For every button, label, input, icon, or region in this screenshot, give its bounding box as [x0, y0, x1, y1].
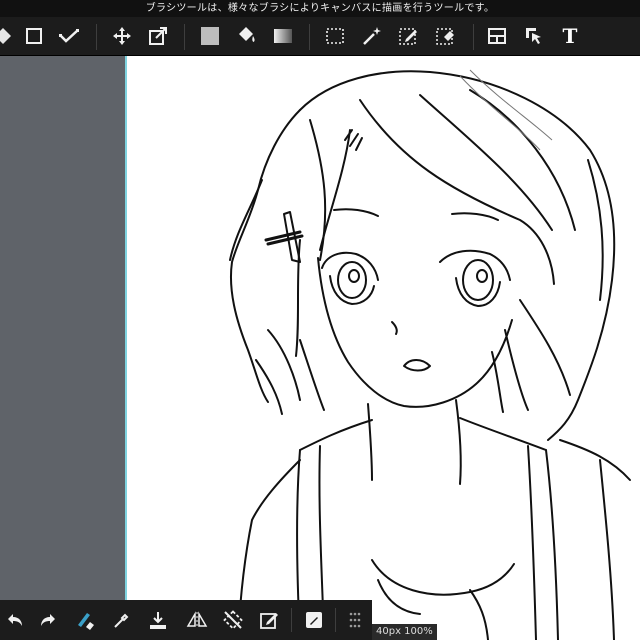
brush-eraser-toggle-icon[interactable]	[70, 605, 100, 635]
tool-menu-icon[interactable]	[0, 21, 18, 51]
magic-wand-icon[interactable]	[357, 21, 387, 51]
frame-divider-icon[interactable]	[482, 21, 512, 51]
select-pen-icon[interactable]	[394, 21, 424, 51]
line-art-drawing	[229, 69, 631, 640]
drawing-canvas[interactable]	[127, 56, 640, 640]
transform-icon[interactable]	[143, 21, 173, 51]
undo-icon[interactable]	[0, 605, 30, 635]
main-toolbar: T	[0, 17, 640, 56]
fill-color-icon[interactable]	[195, 21, 225, 51]
rotate-reset-icon[interactable]	[218, 605, 248, 635]
pen-square-icon[interactable]	[299, 605, 329, 635]
text-tool-icon[interactable]: T	[555, 21, 585, 51]
rect-select-icon[interactable]	[19, 21, 49, 51]
select-eraser-icon[interactable]	[431, 21, 461, 51]
redo-icon[interactable]	[33, 605, 63, 635]
tool-hint-bar: ブラシツールは、様々なブラシによりキャンバスに描画を行うツールです。	[0, 0, 640, 17]
move-icon[interactable]	[107, 21, 137, 51]
text-tool-label: T	[562, 24, 578, 48]
download-icon[interactable]	[143, 605, 173, 635]
operation-icon[interactable]	[519, 21, 549, 51]
select-dashed-icon[interactable]	[320, 21, 350, 51]
side-panel	[0, 56, 125, 600]
eyedropper-icon[interactable]	[106, 605, 136, 635]
grid-dots-icon[interactable]	[340, 605, 370, 635]
gradient-icon[interactable]	[268, 21, 298, 51]
edit-shortcut-icon[interactable]	[254, 605, 284, 635]
vector-check-icon[interactable]	[54, 21, 84, 51]
brush-size-zoom-readout: 40px 100%	[372, 624, 437, 640]
bucket-fill-icon[interactable]	[231, 21, 261, 51]
flip-horizontal-icon[interactable]	[182, 605, 212, 635]
bottom-toolbar	[0, 600, 372, 640]
